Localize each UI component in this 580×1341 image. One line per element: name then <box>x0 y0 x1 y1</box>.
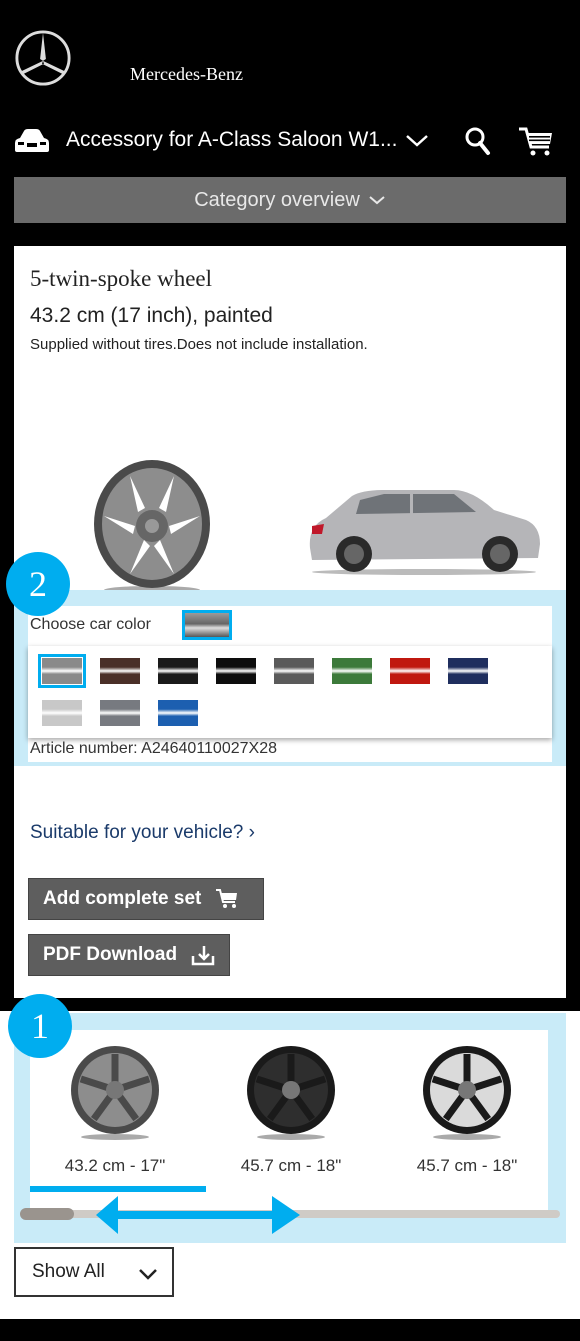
show-all-label: Show All <box>32 1261 105 1282</box>
wheel-size-label: 45.7 cm - 18" <box>240 1156 342 1175</box>
article-number: Article number: A24640110027X28 <box>30 740 277 757</box>
chevron-down-icon <box>139 1269 157 1280</box>
suitable-for-vehicle-link[interactable]: Suitable for your vehicle? › <box>30 822 255 844</box>
color-swatch-graphite[interactable] <box>100 700 140 726</box>
color-swatch-black-2[interactable] <box>216 658 256 684</box>
product-note: Supplied without tires.Does not include … <box>30 336 368 353</box>
annotation-badge-2: 2 <box>6 552 70 616</box>
color-swatch-silver-grey[interactable] <box>38 654 86 688</box>
chevron-down-icon[interactable] <box>404 130 430 150</box>
wheel-thumbnail-icon <box>71 1046 159 1140</box>
download-icon <box>191 946 215 966</box>
wheel-size-label: 45.7 cm - 18" <box>416 1156 518 1175</box>
color-swatch-light-silver[interactable] <box>42 700 82 726</box>
cart-icon <box>216 889 238 908</box>
chevron-down-icon <box>369 196 385 205</box>
show-all-dropdown[interactable]: Show All <box>14 1247 174 1297</box>
pdf-download-button[interactable]: PDF Download <box>28 934 230 976</box>
carousel-scrollbar-thumb[interactable] <box>20 1208 74 1220</box>
vehicle-title: Accessory for A-Class Saloon W1... <box>66 128 398 151</box>
car-icon <box>15 129 49 152</box>
carousel-item[interactable]: 45.7 cm - 18" <box>206 1030 376 1180</box>
wheel-size-label: 43.2 cm - 17" <box>64 1156 166 1175</box>
vehicle-selector[interactable]: Accessory for A-Class Saloon W1... <box>0 118 580 164</box>
carousel-item[interactable]: 45.7 cm - 18" <box>382 1030 552 1180</box>
color-swatch-blue[interactable] <box>158 700 198 726</box>
wheel-thumbnail-icon <box>423 1046 511 1140</box>
wheel-image <box>94 460 210 594</box>
wheel-thumbnail-icon <box>247 1046 335 1140</box>
product-subtitle: 43.2 cm (17 inch), painted <box>30 304 273 327</box>
category-overview-label: Category overview <box>194 188 360 211</box>
choose-car-color-label: Choose car color <box>30 616 151 633</box>
color-swatch-brown[interactable] <box>100 658 140 684</box>
cart-icon[interactable] <box>518 126 554 158</box>
mercedes-star-logo[interactable] <box>14 29 72 87</box>
search-icon[interactable] <box>464 126 492 156</box>
color-swatch-navy-blue[interactable] <box>448 658 488 684</box>
pdf-download-label: PDF Download <box>43 944 178 965</box>
product-title: 5-twin-spoke wheel <box>30 266 213 291</box>
color-picker: Choose car color Article number: A246401… <box>28 606 552 762</box>
color-swatch-popup <box>28 646 552 738</box>
color-swatch-dark-grey[interactable] <box>274 658 314 684</box>
annotation-badge-1: 1 <box>8 994 72 1058</box>
add-complete-set-label: Add complete set <box>43 888 202 909</box>
double-arrow-icon <box>96 1196 300 1234</box>
wheel-carousel[interactable]: 43.2 cm - 17" 45.7 cm - 18" 45.7 cm - 18" <box>30 1030 548 1212</box>
car-preview-image <box>309 490 540 575</box>
color-swatch-green[interactable] <box>332 658 372 684</box>
color-swatch-black-1[interactable] <box>158 658 198 684</box>
add-complete-set-button[interactable]: Add complete set <box>28 878 264 920</box>
category-overview-dropdown[interactable]: Category overview <box>14 177 566 223</box>
selected-color-swatch[interactable] <box>182 610 232 640</box>
brand-name: Mercedes-Benz <box>130 64 243 84</box>
color-swatch-red[interactable] <box>390 658 430 684</box>
carousel-active-indicator <box>30 1186 206 1192</box>
